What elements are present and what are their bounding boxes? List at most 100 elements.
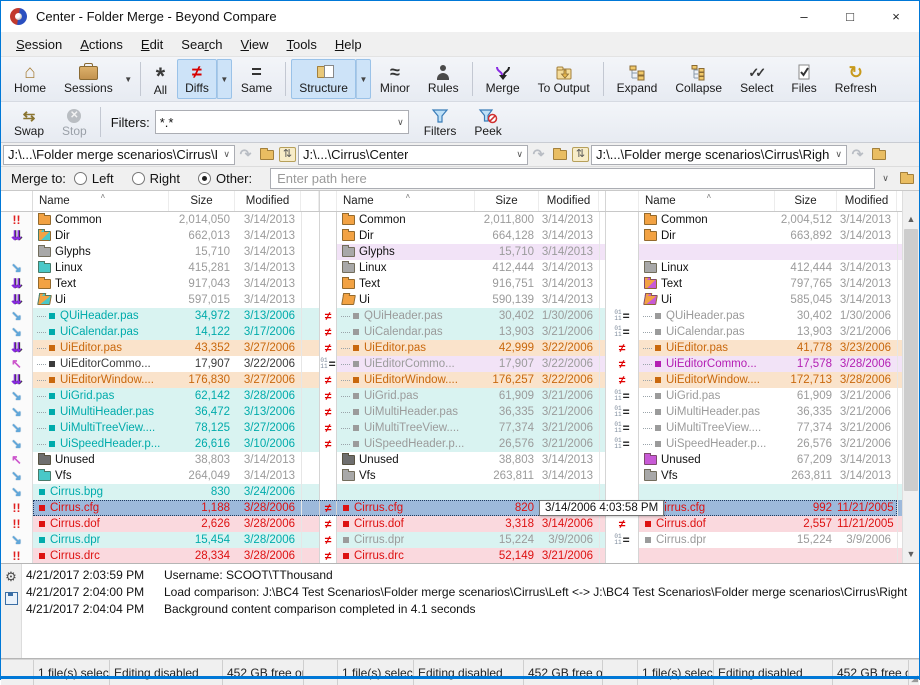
action-cell[interactable] [1,244,33,260]
table-row[interactable]: ↘UiGrid.pas62,1423/28/2006≠UiGrid.pas61,… [1,388,905,404]
table-row[interactable]: ↘Linux415,2813/14/2013Linux412,4443/14/2… [1,260,905,276]
table-row[interactable]: ↘UiSpeedHeader.p...26,6163/10/2006≠UiSpe… [1,436,905,452]
name-cell[interactable]: Ui [337,292,475,308]
name-cell[interactable]: UiEditor.pas [337,340,475,356]
name-cell[interactable]: UiMultiTreeView.... [337,420,475,436]
scroll-up-icon[interactable]: ▲ [903,211,919,228]
gear-icon[interactable]: ⚙ [5,570,17,584]
name-cell[interactable]: Vfs [33,468,169,484]
name-column-header[interactable]: Name˄ [337,191,475,211]
name-cell[interactable]: QUiHeader.pas [337,308,475,324]
name-cell[interactable]: UiEditor.pas [639,340,775,356]
scrollbar-thumb[interactable] [904,229,918,491]
name-cell[interactable]: Unused [33,452,169,468]
menu-session[interactable]: Session [7,35,71,54]
name-cell[interactable]: Common [337,212,475,228]
name-cell[interactable]: QUiHeader.pas [639,308,775,324]
name-cell[interactable]: Linux [337,260,475,276]
table-row[interactable]: !!Cirrus.cfg1,1883/28/2006≠Cirrus.cfg820… [1,500,905,516]
name-cell[interactable]: UiCalendar.pas [639,324,775,340]
chevron-down-icon[interactable]: ∨ [391,117,404,128]
table-row[interactable]: ↘Vfs264,0493/14/2013Vfs263,8113/14/2013V… [1,468,905,484]
name-cell[interactable]: Common [33,212,169,228]
action-cell[interactable]: !! [1,500,33,516]
action-cell[interactable]: !! [1,548,33,564]
action-cell[interactable]: ↘ [1,324,33,340]
name-cell[interactable]: UiMultiHeader.pas [639,404,775,420]
name-cell[interactable]: Cirrus.dof [33,516,169,532]
name-cell[interactable]: UiSpeedHeader.p... [337,436,475,452]
name-column-header[interactable]: Name˄ [33,191,169,211]
name-cell[interactable]: UiEditorCommo... [337,356,475,372]
size-column-header[interactable]: Size [169,191,235,211]
action-cell[interactable]: ↘ [1,308,33,324]
name-cell[interactable]: UiMultiTreeView.... [33,420,169,436]
swap-button[interactable]: ⇆ Swap [6,104,52,140]
structure-button[interactable]: Structure [291,59,356,99]
name-cell[interactable]: Unused [639,452,775,468]
name-cell[interactable]: Unused [337,452,475,468]
show-all-button[interactable]: * All [146,59,175,99]
show-diffs-button[interactable]: ≠ Diffs [177,59,217,99]
name-cell[interactable]: Linux [639,260,775,276]
name-cell[interactable]: Cirrus.drc [337,548,475,564]
menu-search[interactable]: Search [172,35,231,54]
peek-button[interactable]: Peek [466,104,509,140]
merge-to-other-radio[interactable]: Other: [198,171,252,186]
close-button[interactable]: × [873,1,919,32]
name-cell[interactable]: UiEditorWindow.... [639,372,775,388]
table-row[interactable]: Glyphs15,7103/14/2013Glyphs15,7103/14/20… [1,244,905,260]
name-cell[interactable]: Text [639,276,775,292]
name-cell[interactable]: Dir [639,228,775,244]
modified-column-header[interactable]: Modified [539,191,599,211]
minor-button[interactable]: ≈ Minor [372,59,418,99]
show-same-button[interactable]: = Same [233,59,280,99]
name-cell[interactable]: Cirrus.dof [639,516,775,532]
name-cell[interactable]: Cirrus.dpr [33,532,169,548]
name-cell[interactable]: UiCalendar.pas [337,324,475,340]
table-row[interactable]: ↘UiCalendar.pas14,1223/17/2006≠UiCalenda… [1,324,905,340]
table-row[interactable]: ⇊UiEditorWindow....176,8303/27/2006≠UiEd… [1,372,905,388]
center-path-combobox[interactable]: J:\...\Cirrus\Center ∨ [298,145,528,165]
action-cell[interactable]: !! [1,516,33,532]
resize-grip[interactable]: ◢ [909,660,919,685]
action-cell[interactable]: ⇊ [1,340,33,356]
name-column-header[interactable]: Name˄ [639,191,775,211]
action-cell[interactable]: ⇊ [1,276,33,292]
name-cell[interactable]: Linux [33,260,169,276]
table-row[interactable]: ↖Unused38,8033/14/2013Unused38,8033/14/2… [1,452,905,468]
expand-button[interactable]: Expand [609,59,666,99]
name-cell[interactable]: UiGrid.pas [33,388,169,404]
name-cell[interactable]: Glyphs [337,244,475,260]
right-open-folder-icon[interactable] [869,145,888,164]
name-cell[interactable] [639,484,775,500]
home-button[interactable]: ⌂ Home [6,59,54,99]
action-cell[interactable]: ⇊ [1,372,33,388]
name-cell[interactable]: Cirrus.dof [337,516,475,532]
modified-column-header[interactable]: Modified [235,191,301,211]
action-cell[interactable]: ⇊ [1,228,33,244]
right-path-combobox[interactable]: J:\...\Folder merge scenarios\Cirrus\Rig… [591,145,847,165]
output-path-input[interactable]: Enter path here [270,168,875,189]
center-transfer-icon[interactable]: ⇅ [571,145,590,164]
left-path-combobox[interactable]: J:\...\Folder merge scenarios\Cirrus\Lef… [3,145,235,165]
left-transfer-icon[interactable]: ⇅ [278,145,297,164]
table-row[interactable]: !!Cirrus.drc28,3343/28/2006≠Cirrus.drc52… [1,548,905,564]
action-cell[interactable]: ↘ [1,260,33,276]
name-cell[interactable]: UiCalendar.pas [33,324,169,340]
name-cell[interactable]: Vfs [337,468,475,484]
name-cell[interactable]: Cirrus.dpr [337,532,475,548]
name-cell[interactable]: UiEditorWindow.... [33,372,169,388]
structure-dropdown[interactable]: ▼ [356,59,371,99]
name-cell[interactable] [337,484,475,500]
vertical-scrollbar[interactable]: ▲ ▼ [902,191,919,563]
menu-tools[interactable]: Tools [277,35,325,54]
action-cell[interactable]: ↘ [1,420,33,436]
name-cell[interactable]: Glyphs [33,244,169,260]
table-row[interactable]: ⇊Dir662,0133/14/2013Dir664,1283/14/2013D… [1,228,905,244]
name-cell[interactable]: Common [639,212,775,228]
action-cell[interactable]: ↘ [1,388,33,404]
name-cell[interactable]: UiMultiTreeView.... [639,420,775,436]
table-row[interactable]: ⇊Text917,0433/14/2013Text916,7513/14/201… [1,276,905,292]
name-cell[interactable]: Cirrus.drc [33,548,169,564]
